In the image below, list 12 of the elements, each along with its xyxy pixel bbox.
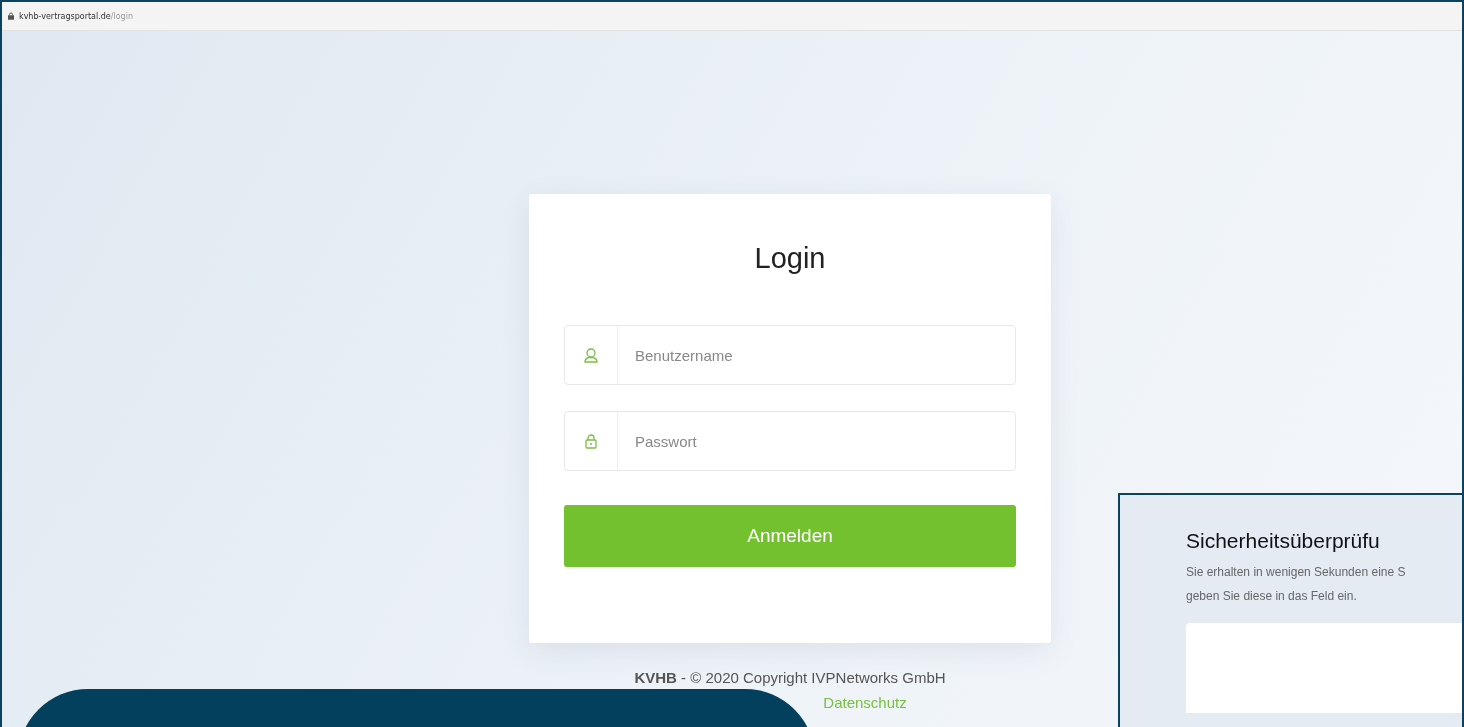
input-field[interactable]: Passwort [564,411,1016,471]
url-text[interactable]: kvhb-vertragsportal.de/login [19,11,133,21]
privacy-link[interactable]: Datenschutz [823,694,907,711]
copyright-text: KVHB - © 2020 Copyright IVPNetworks GmbH [634,669,946,686]
sms-text: Sie erhalten in wenigen Sekunden eine S [1186,565,1407,579]
lock-icon [8,12,14,20]
sms-text: geben Sie diese in das Feld ein. [1186,589,1358,603]
code-field[interactable] [1186,623,1462,713]
login-button[interactable]: Anmelden [564,505,1016,567]
login-title: Login [753,242,827,275]
sms-title: Sicherheitsüberprüfu [1186,529,1381,553]
input-field[interactable]: Benutzername [564,325,1016,385]
